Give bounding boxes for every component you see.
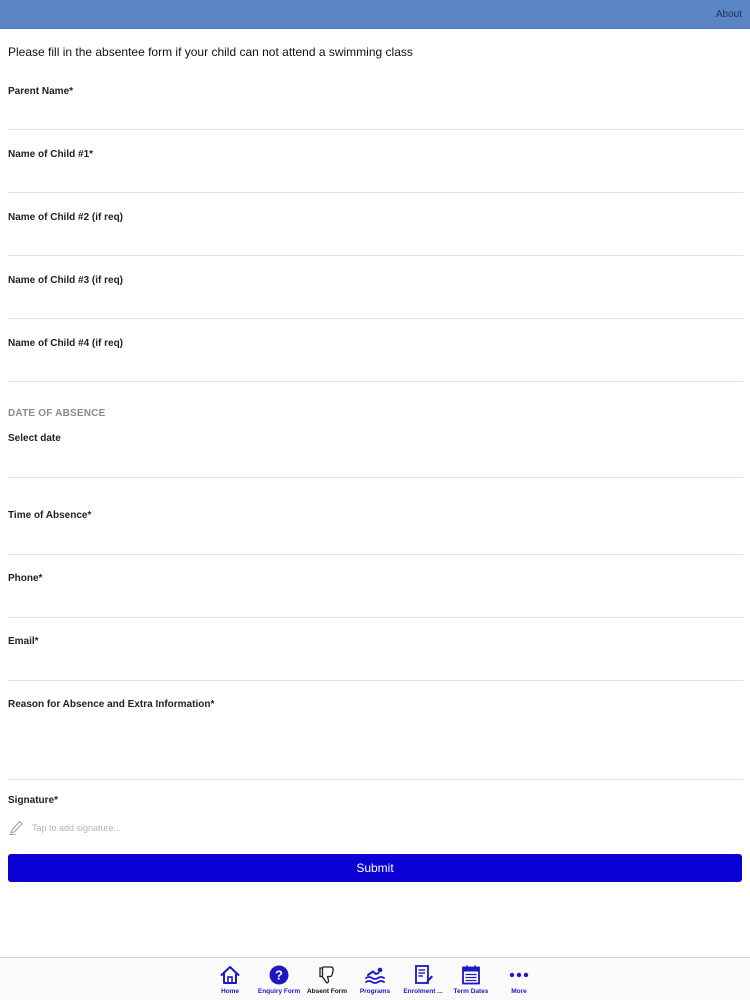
bottom-tab-bar: Home ? Enquiry Form Absent Form Programs… bbox=[0, 957, 750, 1000]
time-of-absence-input[interactable] bbox=[8, 527, 742, 549]
signature-pad[interactable]: Tap to add signature... bbox=[8, 817, 408, 839]
divider bbox=[8, 477, 743, 478]
svg-text:?: ? bbox=[275, 968, 283, 983]
time-of-absence-label: Time of Absence* bbox=[8, 510, 92, 521]
question-icon: ? bbox=[268, 964, 290, 986]
child3-name-label: Name of Child #3 (if req) bbox=[8, 275, 124, 286]
intro-text: Please fill in the absentee form if your… bbox=[8, 45, 413, 59]
divider bbox=[8, 554, 743, 555]
tab-label: Term Dates bbox=[453, 988, 489, 995]
more-icon bbox=[508, 964, 530, 986]
tab-programs[interactable]: Programs bbox=[351, 964, 399, 1000]
child1-name-input[interactable] bbox=[8, 165, 742, 187]
email-label: Email* bbox=[8, 636, 39, 647]
tab-label: Enrolment ... bbox=[403, 988, 443, 995]
child4-name-label: Name of Child #4 (if req) bbox=[8, 338, 124, 349]
tab-label: More bbox=[511, 988, 527, 995]
select-date-input[interactable] bbox=[8, 450, 742, 472]
pen-icon bbox=[8, 820, 24, 836]
top-nav-bar: About bbox=[0, 0, 750, 29]
child2-name-label: Name of Child #2 (if req) bbox=[8, 212, 124, 223]
tab-absent-form[interactable]: Absent Form bbox=[303, 964, 351, 1000]
about-link[interactable]: About bbox=[716, 9, 742, 20]
child4-name-input[interactable] bbox=[8, 354, 742, 376]
tab-enrolment[interactable]: Enrolment ... bbox=[399, 964, 447, 1000]
tab-label: Home bbox=[220, 988, 240, 995]
parent-name-input[interactable] bbox=[8, 102, 742, 124]
divider bbox=[8, 129, 743, 130]
select-date-label: Select date bbox=[8, 433, 61, 444]
tab-label: Absent Form bbox=[306, 988, 348, 995]
form-icon bbox=[412, 964, 434, 986]
phone-input[interactable] bbox=[8, 590, 742, 612]
date-of-absence-header: DATE OF ABSENCE bbox=[8, 408, 106, 419]
parent-name-label: Parent Name* bbox=[8, 86, 74, 97]
child1-name-label: Name of Child #1* bbox=[8, 149, 94, 160]
divider bbox=[8, 680, 743, 681]
divider bbox=[8, 318, 743, 319]
tab-more[interactable]: More bbox=[495, 964, 543, 1000]
signature-label: Signature* bbox=[8, 795, 59, 806]
divider bbox=[8, 381, 743, 382]
child2-name-input[interactable] bbox=[8, 228, 742, 250]
home-icon bbox=[219, 964, 241, 986]
submit-button[interactable]: Submit bbox=[8, 854, 742, 882]
tab-label: Programs bbox=[359, 988, 391, 995]
swimmer-icon bbox=[364, 964, 386, 986]
divider bbox=[8, 192, 743, 193]
tab-term-dates[interactable]: Term Dates bbox=[447, 964, 495, 1000]
reason-textarea[interactable] bbox=[8, 718, 742, 768]
tab-home[interactable]: Home bbox=[206, 964, 254, 1000]
phone-label: Phone* bbox=[8, 573, 43, 584]
thumbs-down-icon bbox=[316, 964, 338, 986]
tab-enquiry-form[interactable]: ? Enquiry Form bbox=[255, 964, 303, 1000]
email-input[interactable] bbox=[8, 653, 742, 675]
calendar-icon bbox=[460, 964, 482, 986]
reason-label: Reason for Absence and Extra Information… bbox=[8, 699, 215, 710]
divider bbox=[8, 617, 743, 618]
signature-placeholder: Tap to add signature... bbox=[32, 823, 122, 833]
child3-name-input[interactable] bbox=[8, 291, 742, 313]
tab-label: Enquiry Form bbox=[257, 988, 301, 995]
divider bbox=[8, 779, 743, 780]
divider bbox=[8, 255, 743, 256]
